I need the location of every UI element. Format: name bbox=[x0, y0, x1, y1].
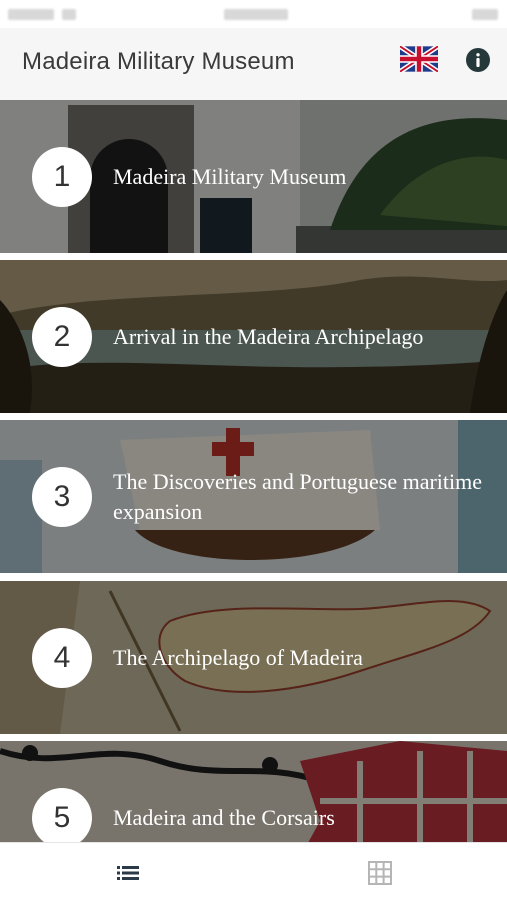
chapter-number-badge: 2 bbox=[32, 307, 92, 367]
chapter-title: Arrival in the Madeira Archipelago bbox=[113, 323, 424, 349]
chapter-card-3[interactable]: 3 The Discoveries and Portuguese maritim… bbox=[0, 420, 507, 573]
chapter-list: 1 Madeira Military Museum 2 Arrival in t… bbox=[0, 100, 507, 842]
status-time-blur bbox=[224, 9, 288, 20]
chapter-title: Madeira Military Museum bbox=[113, 163, 347, 189]
list-icon[interactable] bbox=[115, 860, 141, 886]
chapter-number-badge: 4 bbox=[32, 628, 92, 688]
status-battery-blur bbox=[472, 9, 498, 20]
info-icon[interactable] bbox=[466, 48, 490, 72]
app-header: Madeira Military Museum bbox=[0, 28, 507, 100]
uk-flag-icon[interactable] bbox=[400, 46, 438, 72]
status-carrier-blur bbox=[8, 9, 54, 20]
chapter-card-2[interactable]: 2 Arrival in the Madeira Archipelago bbox=[0, 260, 507, 413]
chapter-number-badge: 3 bbox=[32, 467, 92, 527]
chapter-card-1[interactable]: 1 Madeira Military Museum bbox=[0, 100, 507, 253]
status-bar bbox=[0, 0, 507, 28]
status-signal-blur bbox=[62, 9, 76, 20]
chapter-title: The Discoveries and Portuguese maritime … bbox=[113, 468, 483, 524]
chapter-number-badge: 5 bbox=[32, 788, 92, 842]
chapter-number-badge: 1 bbox=[32, 147, 92, 207]
chapter-title: The Archipelago of Madeira bbox=[113, 644, 363, 670]
chapter-card-4[interactable]: 4 The Archipelago of Madeira bbox=[0, 581, 507, 734]
chapter-card-5[interactable]: 5 Madeira and the Corsairs bbox=[0, 741, 507, 842]
tab-bar bbox=[0, 842, 507, 901]
grid-icon[interactable] bbox=[367, 860, 393, 886]
chapter-title: Madeira and the Corsairs bbox=[113, 804, 335, 830]
page-title: Madeira Military Museum bbox=[22, 48, 295, 75]
